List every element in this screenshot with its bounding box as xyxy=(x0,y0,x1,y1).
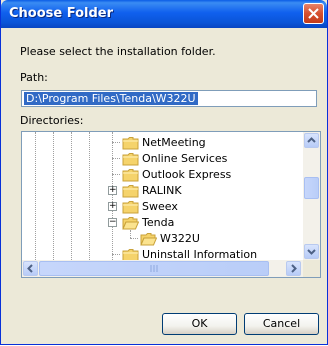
tree-guide-line xyxy=(71,132,72,260)
folder-icon xyxy=(122,169,139,182)
close-icon xyxy=(308,8,319,19)
chevron-down-icon xyxy=(307,249,316,255)
tree-item-label: Tenda xyxy=(142,216,175,229)
horizontal-scrollbar[interactable] xyxy=(22,260,303,277)
directories-label: Directories: xyxy=(20,114,84,127)
choose-folder-dialog: Choose Folder Please select the installa… xyxy=(0,0,328,345)
collapse-toggle-tenda[interactable]: − xyxy=(108,218,117,227)
tree-guide-line xyxy=(89,132,90,260)
folder-icon xyxy=(122,201,139,214)
grip-icon xyxy=(150,265,158,272)
folder-icon xyxy=(122,137,139,150)
tree-item-label: Sweex xyxy=(142,200,178,213)
tree-connector xyxy=(130,238,138,239)
tree-guide-line xyxy=(130,230,131,238)
close-button[interactable] xyxy=(303,3,324,24)
scroll-right-button[interactable] xyxy=(286,261,301,276)
open-folder-icon xyxy=(140,233,157,246)
tree-item-label: W322U xyxy=(160,232,200,245)
chevron-left-icon xyxy=(27,264,33,273)
tree-connector xyxy=(112,254,120,255)
expand-toggle-ralink[interactable]: + xyxy=(108,186,117,195)
horizontal-scroll-thumb[interactable] xyxy=(39,261,269,276)
chevron-up-icon xyxy=(307,137,316,143)
tree-connector xyxy=(112,158,120,159)
tree-guide-line xyxy=(53,132,54,260)
tree-item-label: NetMeeting xyxy=(142,136,206,149)
open-folder-icon xyxy=(122,217,139,230)
vertical-scroll-thumb[interactable] xyxy=(304,177,319,199)
tree-item-label: RALINK xyxy=(142,184,182,197)
path-input[interactable]: D:\Program Files\Tenda\W322U xyxy=(21,90,317,107)
tree-item-label: Online Services xyxy=(142,152,228,165)
tree-connector xyxy=(112,174,120,175)
cancel-button[interactable]: Cancel xyxy=(244,313,319,335)
instruction-text: Please select the installation folder. xyxy=(20,45,216,58)
path-input-value: D:\Program Files\Tenda\W322U xyxy=(24,92,198,105)
vertical-scrollbar[interactable] xyxy=(303,132,320,260)
tree-connector xyxy=(112,142,120,143)
tree-guide-line xyxy=(112,132,113,260)
directory-tree[interactable]: NetMeeting Online Services Outlook Expre… xyxy=(21,131,321,278)
dialog-title: Choose Folder xyxy=(9,6,114,21)
chevron-right-icon xyxy=(291,264,297,273)
tree-guide-line xyxy=(35,132,36,260)
title-bar[interactable]: Choose Folder xyxy=(1,0,327,28)
folder-icon xyxy=(122,185,139,198)
expand-toggle-sweex[interactable]: + xyxy=(108,202,117,211)
scroll-down-button[interactable] xyxy=(304,244,319,259)
path-label: Path: xyxy=(20,71,48,84)
folder-icon xyxy=(122,153,139,166)
scrollbar-corner xyxy=(303,260,320,277)
scroll-up-button[interactable] xyxy=(304,133,319,148)
tree-item-label: Outlook Express xyxy=(142,168,232,181)
ok-button[interactable]: OK xyxy=(162,313,237,335)
scroll-left-button[interactable] xyxy=(23,261,38,276)
